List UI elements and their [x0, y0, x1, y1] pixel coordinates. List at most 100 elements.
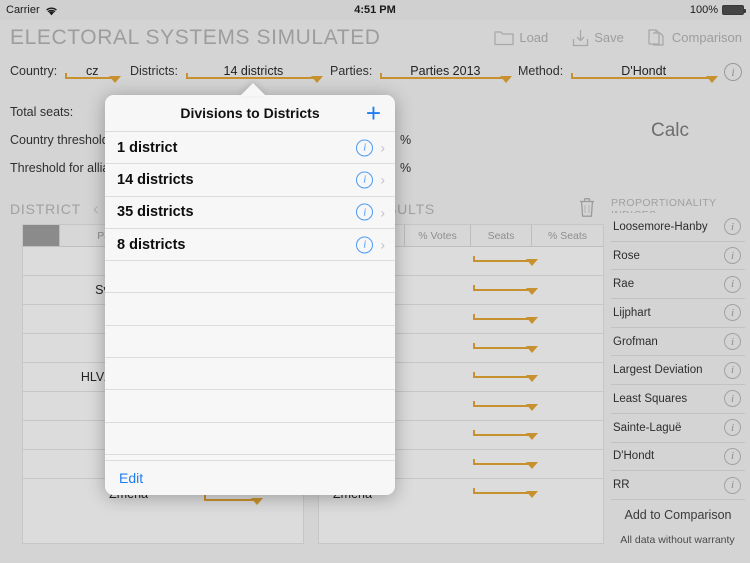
districts-selector-label: Districts: — [130, 64, 178, 78]
results-row-value-field[interactable] — [473, 255, 538, 266]
chevron-right-icon[interactable]: › — [380, 172, 385, 188]
chevron-right-icon[interactable]: › — [380, 140, 385, 156]
toolbar-actions: Load Save Comparison — [494, 28, 742, 47]
chevron-right-icon[interactable]: › — [380, 204, 385, 220]
popover-item-accessories: i › — [356, 139, 385, 157]
comparison-button[interactable]: Comparison — [648, 28, 742, 47]
load-button[interactable]: Load — [494, 29, 548, 46]
list-item[interactable]: Largest Deviation i — [611, 356, 745, 386]
results-row-value-field[interactable] — [473, 488, 538, 498]
results-row-value-field[interactable] — [473, 458, 538, 469]
index-label: RR — [613, 479, 630, 492]
popover-footer: Edit — [105, 460, 395, 495]
save-button[interactable]: Save — [572, 29, 624, 47]
results-col-seats[interactable]: Seats — [471, 225, 532, 246]
list-item[interactable]: 35 districts i › — [105, 196, 395, 229]
info-icon[interactable]: i — [724, 304, 741, 322]
plus-icon[interactable]: + — [366, 100, 381, 126]
info-icon[interactable]: i — [356, 139, 374, 157]
method-info-icon[interactable]: i — [724, 63, 742, 81]
add-to-comparison-button[interactable]: Add to Comparison — [611, 508, 745, 522]
popover-item-accessories: i › — [356, 203, 385, 221]
country-selector[interactable]: cz — [65, 64, 122, 83]
total-seats-label: Total seats: — [10, 105, 74, 119]
info-icon[interactable]: i — [724, 447, 741, 465]
popover-item-accessories: i › — [356, 171, 385, 189]
results-row-value-field[interactable] — [473, 342, 538, 353]
results-row-value-field[interactable] — [473, 429, 538, 440]
district-col-0[interactable] — [23, 225, 60, 246]
popover-item-accessories: i › — [356, 236, 385, 254]
index-label: Lijphart — [613, 306, 651, 319]
parties-selector-group: Parties: Parties 2013 — [330, 64, 513, 83]
info-icon[interactable]: i — [724, 390, 741, 408]
popover-item-label: 14 districts — [117, 171, 194, 188]
info-icon[interactable]: i — [724, 333, 741, 351]
edit-button[interactable]: Edit — [119, 470, 143, 486]
info-icon[interactable]: i — [724, 419, 741, 437]
results-row-value-field[interactable] — [473, 284, 538, 295]
trash-icon[interactable] — [578, 197, 596, 223]
country-selector-label: Country: — [10, 64, 58, 78]
results-row-value-field[interactable] — [473, 371, 538, 382]
popover-item-label: 1 district — [117, 139, 178, 156]
list-item[interactable]: 1 district i › — [105, 132, 395, 165]
results-row-value-cell[interactable] — [405, 421, 603, 449]
results-row-value-cell[interactable] — [405, 392, 603, 420]
district-prev-icon[interactable]: ‹ — [93, 199, 99, 219]
list-item[interactable]: Sainte-Laguë i — [611, 414, 745, 443]
list-item[interactable]: Loosemore-Hanby i — [611, 213, 745, 242]
list-item[interactable]: 14 districts i › — [105, 164, 395, 197]
battery-percent-label: 100% — [689, 4, 718, 16]
info-icon[interactable]: i — [356, 171, 374, 189]
info-icon[interactable]: i — [356, 236, 374, 254]
info-icon[interactable]: i — [724, 275, 741, 293]
method-selector[interactable]: D'Hondt — [571, 64, 719, 83]
list-item[interactable]: 8 districts i › — [105, 228, 395, 262]
list-item-empty — [105, 358, 395, 391]
info-icon[interactable]: i — [724, 476, 741, 494]
method-selector-group: Method: D'Hondt — [518, 64, 719, 83]
popover-list[interactable]: 1 district i › 14 districts i › 35 distr… — [105, 132, 395, 488]
index-label: D'Hondt — [613, 450, 655, 463]
chevron-right-icon[interactable]: › — [380, 237, 385, 253]
results-row-value-cell[interactable] — [405, 305, 603, 333]
results-row-value-cell[interactable] — [405, 276, 603, 304]
app-root: Carrier 4:51 PM 100% ELECTORAL SYSTEMS S… — [0, 0, 750, 563]
list-item[interactable]: Least Squares i — [611, 385, 745, 414]
popover-title: Divisions to Districts — [180, 105, 320, 121]
info-icon[interactable]: i — [724, 218, 741, 236]
popover-header: Divisions to Districts + — [105, 95, 395, 132]
info-icon[interactable]: i — [356, 203, 374, 221]
parties-selector[interactable]: Parties 2013 — [380, 64, 513, 83]
results-row-value-cell[interactable] — [405, 450, 603, 478]
results-row-value-field[interactable] — [473, 400, 538, 411]
calc-button[interactable]: Calc — [651, 120, 689, 142]
documents-icon — [648, 28, 667, 47]
threshold-alliance-percent: % — [400, 161, 412, 175]
results-col-pct-seats[interactable]: % Seats — [532, 225, 603, 246]
status-bar: Carrier 4:51 PM 100% — [0, 0, 750, 20]
index-label: Sainte-Laguë — [613, 421, 682, 434]
selector-bar: Country: cz Districts: 14 districts Part… — [0, 56, 750, 90]
list-item[interactable]: ARR i — [611, 500, 745, 501]
results-row-value-cell[interactable] — [405, 363, 603, 391]
proportionality-indices-list[interactable]: Loosemore-Hanby i Rose i Rae i Lijphart … — [611, 213, 745, 501]
list-item-empty — [105, 422, 395, 455]
list-item[interactable]: Rae i — [611, 270, 745, 300]
results-row-value-cell[interactable] — [405, 334, 603, 362]
list-item[interactable]: Rose i — [611, 242, 745, 271]
results-row-value-cell[interactable] — [405, 247, 603, 275]
results-row-value-field[interactable] — [473, 313, 538, 324]
warranty-note: All data without warranty — [620, 534, 735, 546]
list-item[interactable]: D'Hondt i — [611, 443, 745, 472]
list-item[interactable]: Lijphart i — [611, 299, 745, 328]
results-col-pct-votes[interactable]: % Votes — [405, 225, 471, 246]
info-icon[interactable]: i — [724, 247, 741, 265]
country-selector-group: Country: cz — [10, 64, 122, 83]
list-item[interactable]: Grofman i — [611, 328, 745, 357]
results-row-value-cell[interactable] — [405, 479, 603, 508]
list-item[interactable]: RR i — [611, 471, 745, 500]
districts-selector[interactable]: 14 districts — [185, 64, 323, 83]
info-icon[interactable]: i — [724, 361, 741, 379]
